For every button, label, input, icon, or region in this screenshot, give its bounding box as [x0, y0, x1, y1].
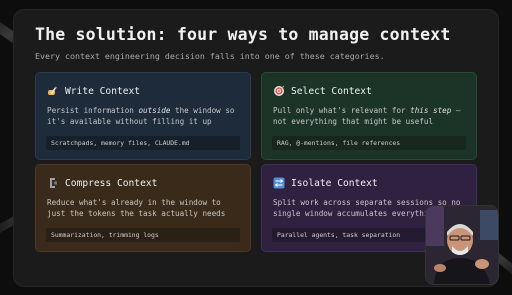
split-icon [273, 177, 285, 189]
card-title: Select Context [291, 85, 372, 97]
card-header: Write Context [47, 84, 240, 98]
card-examples: RAG, @-mentions, file references [272, 136, 466, 150]
card-examples: Scratchpads, memory files, CLAUDE.md [46, 136, 240, 150]
card-header: Select Context [273, 84, 466, 98]
slide-title: The solution: four ways to manage contex… [35, 25, 451, 44]
writing-hand-icon [47, 85, 59, 97]
card-description: Reduce what's already in the window to j… [47, 198, 226, 218]
card-header: Compress Context [47, 176, 240, 190]
target-icon [273, 85, 285, 97]
card-title: Compress Context [65, 177, 158, 189]
card-examples: Summarization, trimming logs [46, 228, 240, 242]
card-write-context: Write Context Persist information outsid… [35, 72, 251, 160]
card-title: Isolate Context [291, 177, 378, 189]
card-description: Pull only what's relevant for this step … [273, 106, 461, 126]
presenter-webcam-overlay [426, 206, 498, 284]
card-select-context: Select Context Pull only what's relevant… [261, 72, 477, 160]
presenter-video-frame [426, 206, 498, 284]
card-title: Write Context [65, 85, 141, 97]
slide-subtitle: Every context engineering decision falls… [35, 51, 385, 61]
card-header: Isolate Context [273, 176, 466, 190]
card-description: Persist information outside the window s… [47, 106, 235, 126]
clamp-icon [47, 177, 59, 189]
card-compress-context: Compress Context Reduce what's already i… [35, 164, 251, 252]
